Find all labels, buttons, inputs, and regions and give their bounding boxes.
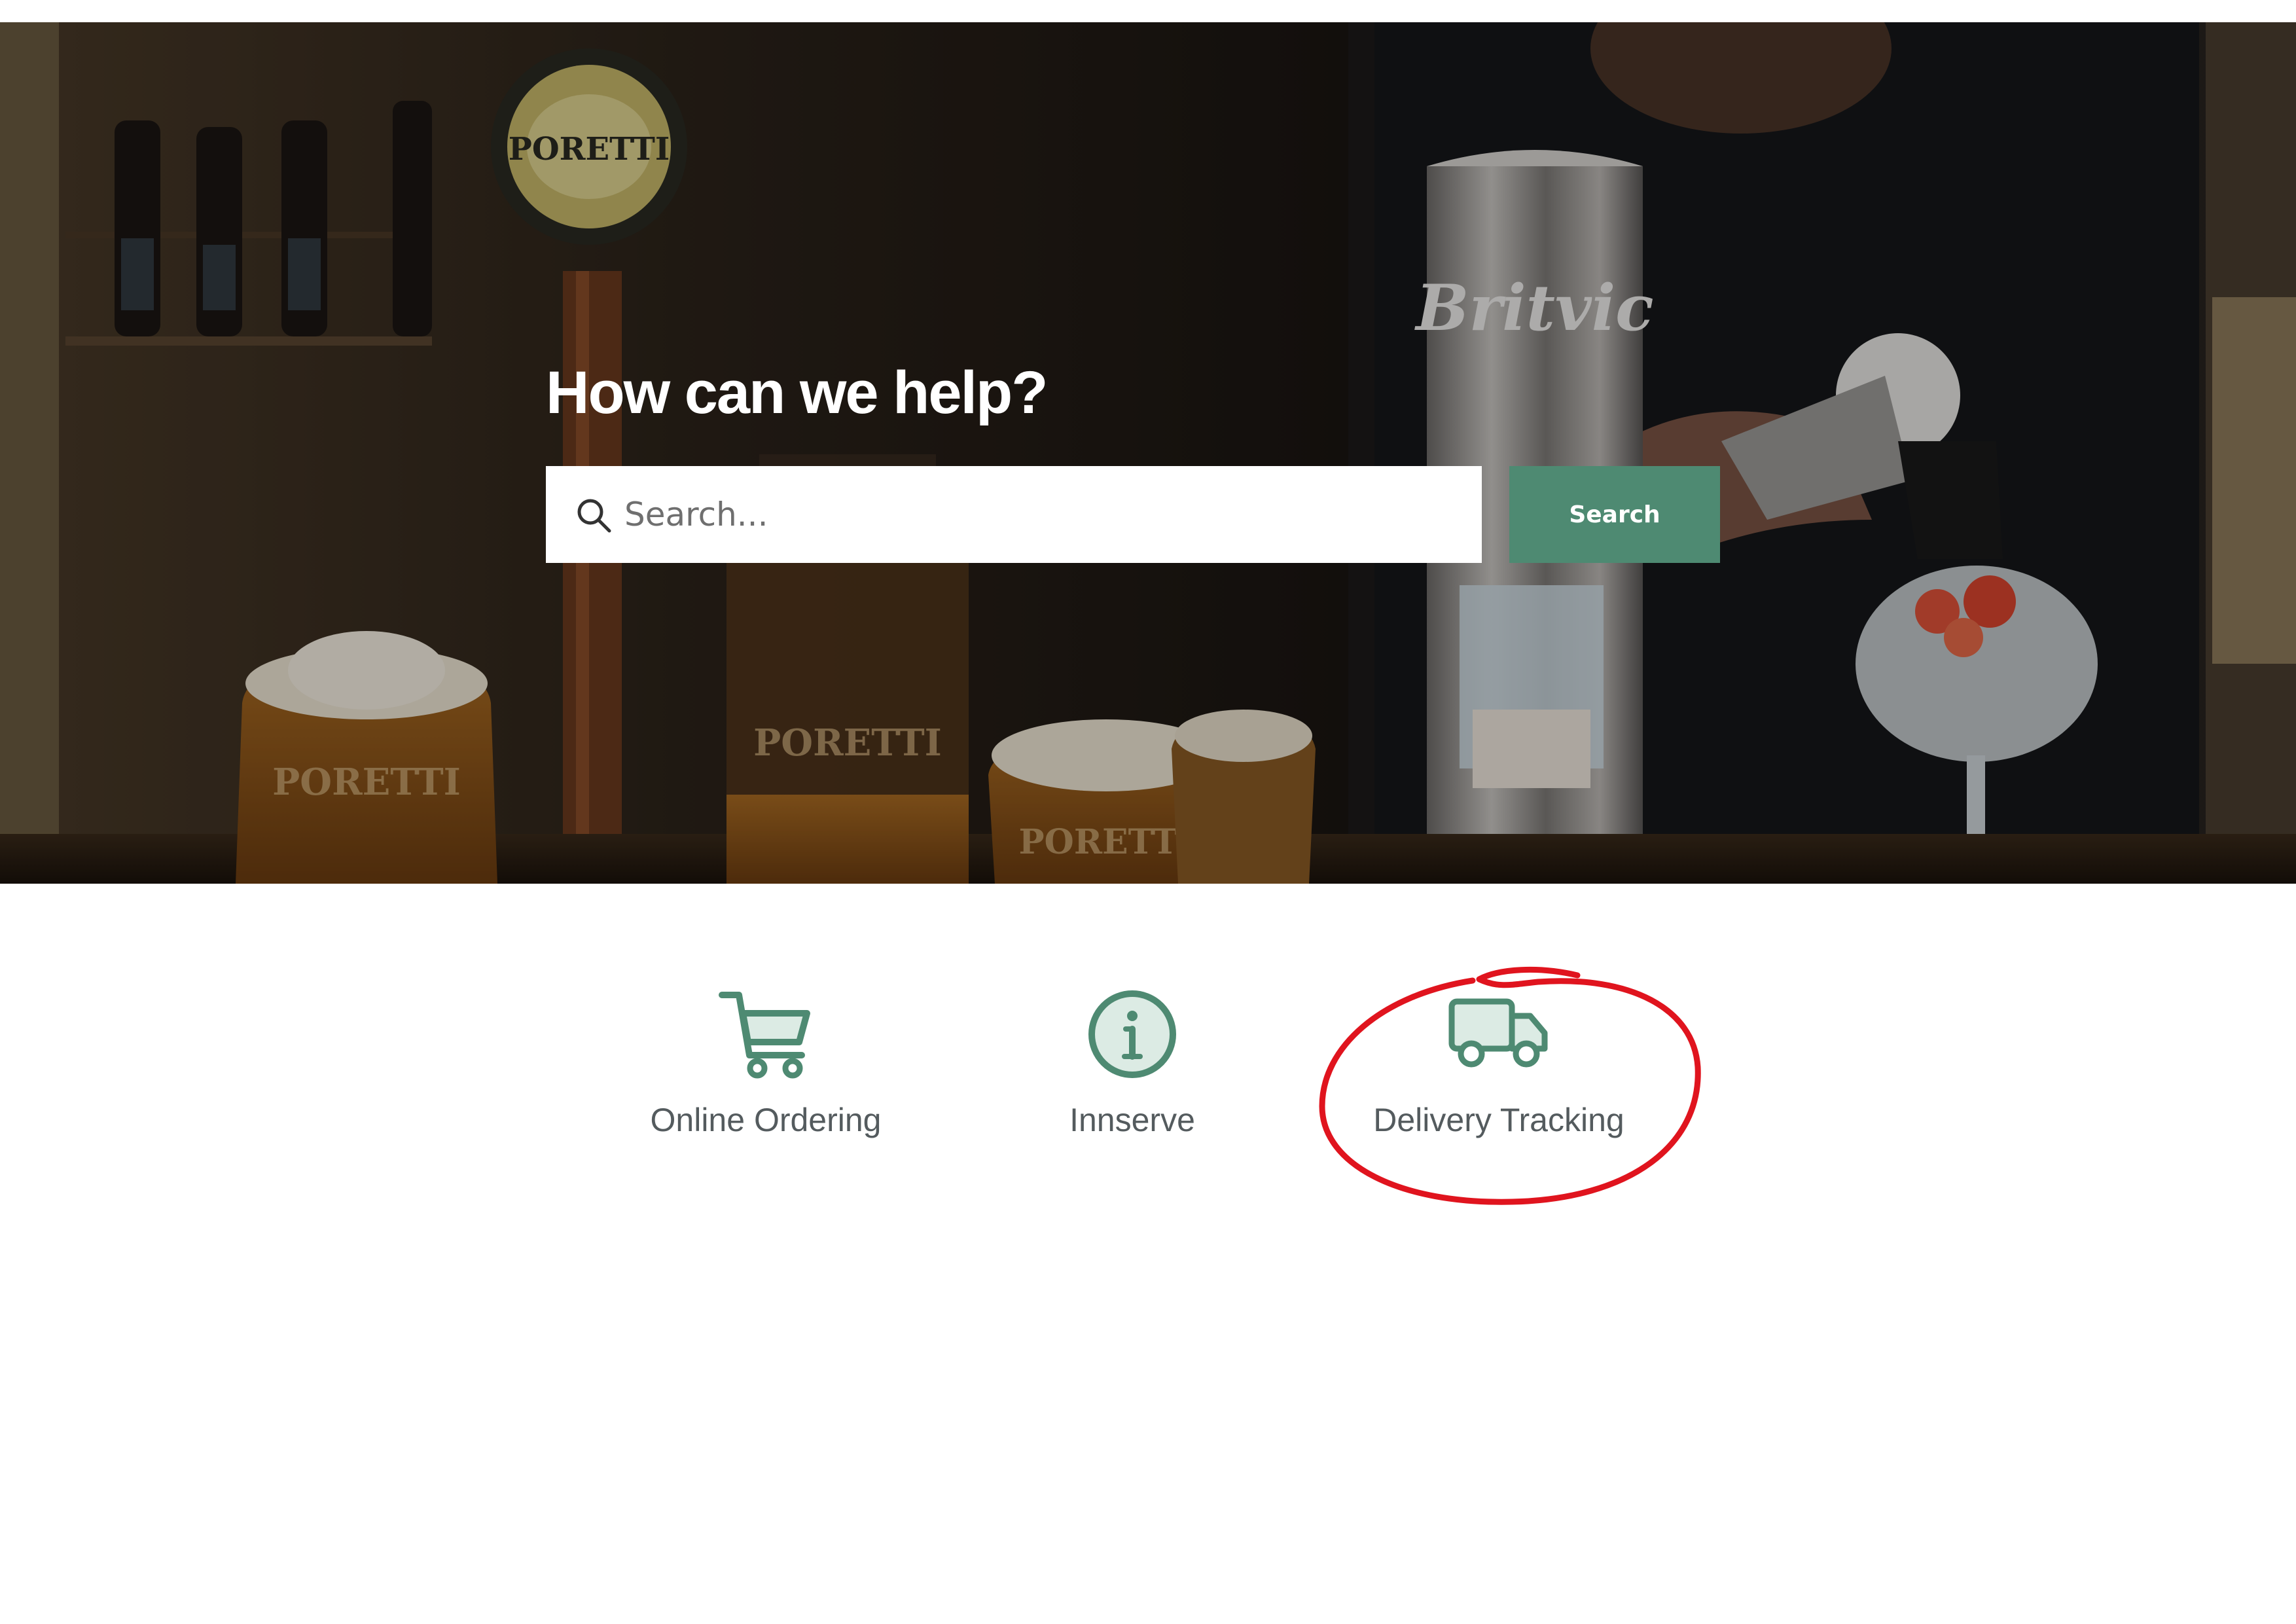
help-center-page: PORETTI Britvic PORETTI PORETTI PORETTI … bbox=[0, 0, 2296, 1624]
delivery-truck-icon bbox=[1446, 988, 1551, 1077]
search-bar bbox=[546, 466, 1482, 563]
search-button[interactable]: Search bbox=[1509, 466, 1720, 563]
category-label: Delivery Tracking bbox=[1373, 1102, 1624, 1138]
hero-background-photo: PORETTI Britvic PORETTI PORETTI PORETTI bbox=[0, 22, 2296, 884]
category-label: Innserve bbox=[1069, 1102, 1195, 1138]
shopping-cart-icon bbox=[717, 988, 815, 1083]
category-innserve[interactable]: Innserve bbox=[975, 988, 1289, 1159]
category-delivery-tracking[interactable]: Delivery Tracking bbox=[1342, 988, 1656, 1159]
category-online-ordering[interactable]: Online Ordering bbox=[609, 988, 923, 1159]
category-label: Online Ordering bbox=[650, 1102, 882, 1138]
search-input[interactable] bbox=[624, 466, 1469, 563]
hero-banner: PORETTI Britvic PORETTI PORETTI PORETTI … bbox=[0, 22, 2296, 884]
search-icon bbox=[575, 496, 613, 534]
page-title: How can we help? bbox=[546, 359, 1048, 426]
info-circle-icon bbox=[1086, 988, 1178, 1083]
